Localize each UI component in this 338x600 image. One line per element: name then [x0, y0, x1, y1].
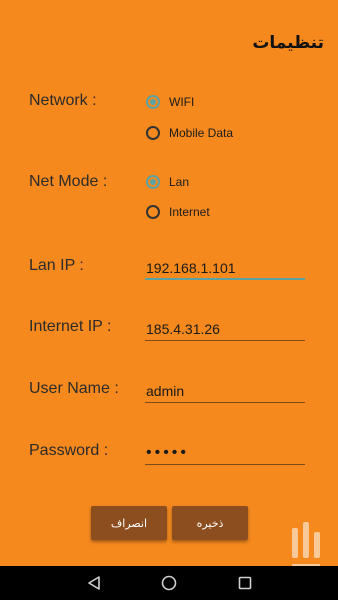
radio-internet[interactable]: Internet: [146, 205, 210, 219]
radio-wifi[interactable]: WIFI: [146, 95, 194, 109]
radio-wifi-label: WIFI: [169, 95, 195, 109]
back-icon[interactable]: [79, 566, 109, 600]
radio-mobile-data[interactable]: Mobile Data: [146, 126, 233, 140]
network-label: Network :: [29, 92, 97, 109]
page-title: تنظیمات: [252, 33, 324, 53]
password-label: Password :: [29, 442, 109, 459]
lan-ip-input[interactable]: 192.168.1.101: [145, 258, 305, 280]
radio-button-icon[interactable]: [146, 126, 160, 140]
home-icon[interactable]: [154, 566, 184, 600]
radio-button-icon[interactable]: [146, 175, 160, 189]
save-button[interactable]: ذخیره: [172, 506, 248, 540]
internet-ip-input[interactable]: 185.4.31.26: [145, 319, 305, 341]
net-mode-label: Net Mode :: [29, 173, 108, 190]
lan-ip-label: Lan IP :: [29, 257, 84, 274]
password-input[interactable]: •••••: [145, 443, 305, 465]
cancel-button[interactable]: انصراف: [91, 506, 167, 540]
system-navigation-bar: [0, 566, 338, 600]
radio-lan[interactable]: Lan: [146, 175, 189, 189]
radio-button-icon[interactable]: [146, 205, 160, 219]
internet-ip-label: Internet IP :: [29, 318, 112, 335]
radio-internet-label: Internet: [169, 205, 210, 219]
radio-lan-label: Lan: [169, 175, 190, 189]
radio-mobile-data-label: Mobile Data: [169, 126, 234, 140]
user-name-label: User Name :: [29, 380, 119, 397]
user-name-input[interactable]: admin: [145, 381, 305, 403]
recents-icon[interactable]: [230, 566, 260, 600]
radio-button-icon[interactable]: [146, 95, 160, 109]
